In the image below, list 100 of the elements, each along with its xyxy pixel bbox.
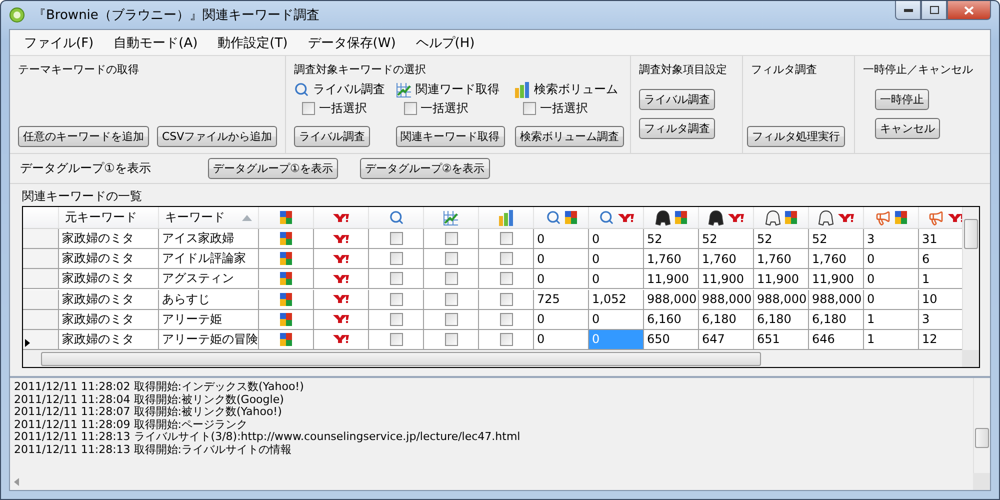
table-cell: 52 (754, 229, 809, 250)
menu-item[interactable]: ヘルプ(H) (408, 34, 483, 52)
checkbox[interactable] (444, 292, 458, 306)
table-cell: 1,760 (754, 249, 809, 270)
menu-item[interactable]: 動作設定(T) (210, 34, 296, 52)
log-line: 2011/12/11 11:28:07 取得開始:被リンク数(Yahoo!) (14, 406, 282, 418)
maximize-icon (930, 6, 938, 14)
scroll-thumb[interactable] (975, 428, 989, 448)
checkbox[interactable] (500, 232, 512, 246)
table-cell: 家政婦のミタ (59, 229, 159, 250)
icon-column-header[interactable] (809, 207, 864, 229)
close-icon (964, 6, 974, 14)
column-header[interactable]: キーワード (159, 207, 259, 229)
column-header[interactable]: 元キーワード (59, 207, 159, 229)
checkbox[interactable] (390, 272, 402, 286)
log-line: 2011/12/11 11:28:13 取得開始:ライバルサイトの情報 (14, 444, 293, 456)
checkbox[interactable] (444, 232, 458, 246)
table-cell: 0 (534, 229, 589, 250)
table-cell: 0 (534, 249, 589, 270)
add-keyword-button[interactable]: CSVファイルから追加 (157, 126, 278, 147)
icon-column-header[interactable] (699, 207, 754, 229)
close-button[interactable] (947, 1, 991, 20)
checkbox[interactable] (390, 312, 402, 326)
checkbox[interactable] (500, 332, 512, 346)
checkbox[interactable] (390, 252, 402, 266)
exclamation-logo-icon (333, 234, 349, 243)
table-cell: 1,760 (644, 249, 699, 270)
table-cell: アグスティン (159, 269, 259, 290)
table-cell: 6,180 (754, 310, 809, 330)
table-cell: 988,000 (699, 290, 754, 310)
current-row-icon (25, 338, 30, 347)
checkbox[interactable] (404, 102, 416, 115)
table-cell: 1 (864, 310, 919, 330)
checkbox[interactable] (390, 332, 402, 346)
horizontal-scrollbar[interactable] (23, 350, 962, 367)
table-cell: 988,000 (754, 290, 809, 310)
checkbox[interactable] (523, 102, 536, 115)
run-button[interactable]: 関連キーワード取得 (396, 126, 504, 147)
checkbox[interactable] (444, 312, 458, 326)
table-cell: 1 (864, 330, 919, 350)
helmet-icon (818, 210, 834, 226)
table-cell: 1,052 (589, 290, 644, 310)
menu-item[interactable]: データ保存(W) (300, 34, 404, 52)
icon-column-header[interactable] (644, 207, 699, 229)
menu-item[interactable]: 自動モード(A) (106, 34, 206, 52)
checkbox[interactable] (444, 332, 458, 346)
table-cell: 0 (589, 330, 644, 350)
filter-button[interactable]: フィルタ処理実行 (747, 126, 845, 147)
run-button[interactable]: ライバル調査 (294, 126, 370, 147)
vertical-scrollbar[interactable] (962, 207, 979, 350)
colored-squares-icon (280, 332, 292, 346)
table-cell: 1,760 (699, 249, 754, 270)
row-header[interactable] (23, 330, 59, 350)
minimize-button[interactable] (895, 1, 921, 20)
exclamation-logo-icon (948, 214, 962, 222)
table-cell: 646 (809, 330, 864, 350)
checkbox[interactable] (500, 312, 512, 326)
scroll-thumb[interactable] (964, 219, 978, 249)
checkbox[interactable] (444, 272, 458, 286)
table-cell: アリーテ姫 (159, 310, 259, 330)
table-cell: 家政婦のミタ (59, 310, 159, 330)
add-keyword-button[interactable]: 任意のキーワードを追加 (18, 126, 149, 147)
table-cell: 0 (864, 269, 919, 290)
checkbox[interactable] (500, 252, 512, 266)
table-cell: 0 (589, 310, 644, 330)
maximize-button[interactable] (921, 1, 947, 20)
colored-squares-icon (280, 232, 292, 246)
bar-chart-icon (515, 82, 530, 98)
checkbox[interactable] (390, 232, 402, 246)
run-button[interactable]: 検索ボリューム調査 (515, 126, 624, 147)
checkbox[interactable] (500, 292, 512, 306)
table-cell: 家政婦のミタ (59, 249, 159, 270)
vertical-scrollbar[interactable] (973, 378, 990, 473)
settings-button[interactable]: フィルタ調査 (639, 118, 715, 139)
menu-item[interactable]: ファイル(F) (16, 34, 102, 52)
checkbox[interactable] (444, 252, 458, 266)
exclamation-logo-icon (333, 295, 349, 304)
group-title: 調査対象項目設定 (639, 62, 728, 77)
search-icon (546, 210, 560, 225)
bar-chart-icon (498, 210, 514, 226)
minimize-icon (904, 8, 912, 12)
pause-button[interactable]: 一時停止 (875, 89, 929, 110)
table-cell: 52 (699, 229, 754, 250)
colored-squares-icon (675, 211, 687, 224)
pause-button[interactable]: キャンセル (875, 118, 940, 139)
checkbox-label: 一括選択 (319, 100, 367, 117)
table-cell: 0 (534, 310, 589, 330)
table-cell: 0 (864, 249, 919, 270)
data-group-button[interactable]: データグループ②を表示 (360, 158, 490, 179)
scroll-thumb[interactable] (41, 352, 761, 366)
table-cell: アイドル評論家 (159, 249, 259, 270)
colored-squares-icon (785, 211, 797, 224)
icon-column-header[interactable] (754, 207, 809, 229)
data-group-button[interactable]: データグループ①を表示 (208, 158, 338, 179)
checkbox[interactable] (390, 292, 402, 306)
settings-button[interactable]: ライバル調査 (639, 89, 715, 110)
scroll-left-icon (14, 478, 19, 486)
checkbox[interactable] (500, 272, 512, 286)
checkbox[interactable] (302, 102, 315, 115)
colored-squares-icon (280, 211, 292, 224)
